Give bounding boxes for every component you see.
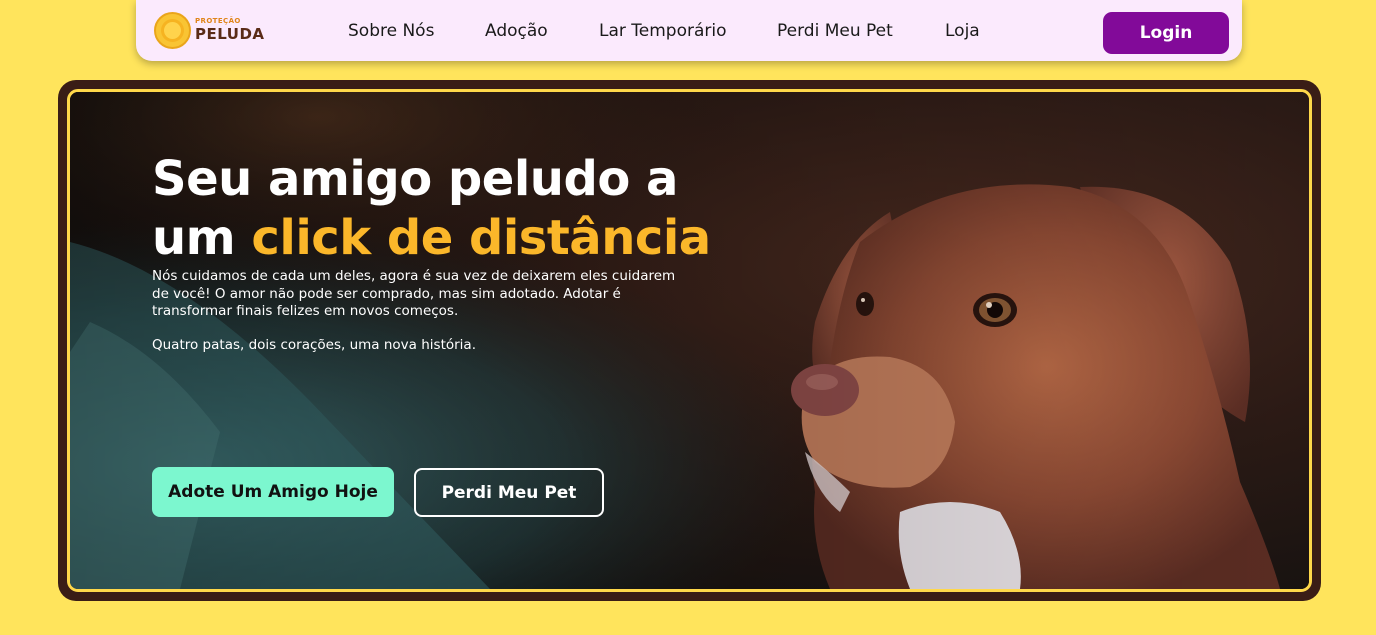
hero-title-line1: Seu amigo peludo a bbox=[152, 151, 678, 207]
lost-pet-button[interactable]: Perdi Meu Pet bbox=[414, 468, 604, 517]
hero-title-accent: click de distância bbox=[251, 210, 711, 266]
nav-link-sobre-nos[interactable]: Sobre Nós bbox=[348, 21, 434, 41]
nav-link-lar-temporario[interactable]: Lar Temporário bbox=[599, 21, 727, 41]
top-navbar: PROTEÇÃO PELUDA Sobre Nós Adoção Lar Tem… bbox=[136, 0, 1242, 61]
hero-panel: Seu amigo peludo a um click de distância… bbox=[67, 89, 1312, 592]
hero-description: Nós cuidamos de cada um deles, agora é s… bbox=[152, 268, 676, 319]
nav-link-perdi-meu-pet[interactable]: Perdi Meu Pet bbox=[777, 21, 893, 41]
hero-title: Seu amigo peludo a um click de distância bbox=[152, 150, 772, 268]
hero-tagline: Quatro patas, dois corações, uma nova hi… bbox=[152, 337, 476, 353]
login-button[interactable]: Login bbox=[1103, 12, 1229, 54]
adopt-friend-button[interactable]: Adote Um Amigo Hoje bbox=[152, 467, 394, 517]
brand-name-big: PELUDA bbox=[195, 25, 265, 43]
hero-section: Seu amigo peludo a um click de distância… bbox=[58, 80, 1321, 601]
nav-link-loja[interactable]: Loja bbox=[945, 21, 980, 41]
nav-link-adocao[interactable]: Adoção bbox=[485, 21, 548, 41]
brand-name-small: PROTEÇÃO bbox=[195, 17, 241, 25]
hero-title-line2-prefix: um bbox=[152, 210, 252, 266]
brand-logo[interactable]: PROTEÇÃO PELUDA bbox=[154, 12, 264, 50]
paw-badge-icon bbox=[154, 12, 191, 49]
